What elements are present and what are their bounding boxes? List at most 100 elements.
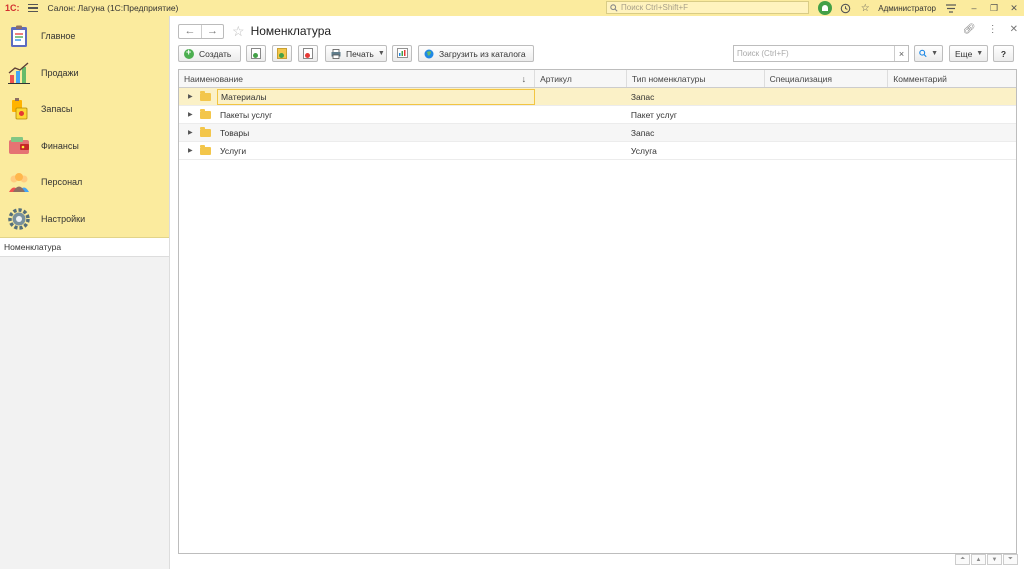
comment-cell[interactable]: [888, 88, 1016, 105]
column-header-label: Артикул: [540, 73, 572, 84]
specialization-cell[interactable]: [765, 106, 889, 123]
favorites-star-icon[interactable]: ☆: [858, 1, 872, 15]
folder-icon: [200, 90, 211, 101]
type-cell[interactable]: Запас: [627, 88, 765, 105]
expand-arrow-icon[interactable]: ▶: [188, 111, 196, 118]
section-label: Финансы: [41, 140, 79, 151]
user-name[interactable]: Администратор: [878, 4, 936, 13]
scroll-last-icon[interactable]: ⏷: [1003, 554, 1018, 565]
page-title: Номенклатура: [250, 24, 332, 38]
copy-icon: [251, 48, 261, 59]
printer-icon: [331, 48, 341, 59]
open-window-nomenclature[interactable]: Номенклатура: [0, 237, 169, 257]
more-button-label: Еще: [955, 48, 973, 59]
more-vertical-icon[interactable]: ⋮: [988, 24, 998, 35]
search-options-button[interactable]: ▼: [914, 45, 943, 62]
column-header-label: Наименование: [184, 73, 243, 84]
app-logo: 1С:: [5, 3, 20, 13]
column-header-comment[interactable]: Комментарий: [888, 70, 1016, 87]
form-titlebar: ← → ☆ Номенклатура: [178, 22, 331, 40]
column-header-label: Комментарий: [893, 73, 947, 84]
comment-cell[interactable]: [888, 106, 1016, 123]
name-cell[interactable]: ▶ Пакеты услуг: [179, 106, 535, 123]
table-row[interactable]: ▶ Пакеты услуг Пакет услуг: [179, 106, 1016, 124]
sections-panel: Главное Продажи Запасы Финансы Персонал: [0, 16, 169, 237]
report-button[interactable]: [392, 45, 412, 62]
article-cell[interactable]: [535, 106, 627, 123]
create-button[interactable]: Создать: [178, 45, 241, 62]
section-stock[interactable]: Запасы: [0, 91, 169, 128]
link-icon[interactable]: 🔗︎: [963, 24, 976, 35]
close-form-icon[interactable]: ✕: [1010, 24, 1018, 35]
specialization-cell[interactable]: [765, 88, 889, 105]
load-from-catalog-button[interactable]: Загрузить из каталога: [418, 45, 534, 62]
section-settings[interactable]: Настройки: [0, 201, 169, 238]
more-button[interactable]: Еще ▼: [949, 45, 988, 62]
staff-icon: [7, 170, 31, 194]
clipboard-icon: [7, 24, 31, 48]
section-label: Персонал: [41, 177, 83, 188]
close-window-icon[interactable]: ✕: [1004, 3, 1024, 14]
type-cell[interactable]: Пакет услуг: [627, 106, 765, 123]
row-name: Товары: [220, 127, 250, 138]
chevron-down-icon: ▼: [976, 50, 984, 57]
clear-search-icon[interactable]: ×: [894, 46, 908, 61]
column-header-label: Специализация: [769, 73, 832, 84]
table-row[interactable]: ▶ Материалы Запас: [179, 88, 1016, 106]
section-main[interactable]: Главное: [0, 18, 169, 55]
table-row[interactable]: ▶ Товары Запас: [179, 124, 1016, 142]
specialization-cell[interactable]: [765, 142, 889, 159]
type-cell[interactable]: Запас: [627, 124, 765, 141]
scroll-first-icon[interactable]: ⏶: [955, 554, 970, 565]
row-name: Услуги: [220, 145, 247, 156]
name-cell[interactable]: ▶ Материалы: [179, 88, 536, 105]
article-cell[interactable]: [535, 88, 627, 105]
section-label: Настройки: [41, 213, 86, 224]
name-cell[interactable]: ▶ Товары: [179, 124, 535, 141]
scroll-up-icon[interactable]: ▲: [971, 554, 986, 565]
copy-button[interactable]: [246, 45, 266, 62]
type-cell[interactable]: Услуга: [627, 142, 765, 159]
expand-arrow-icon[interactable]: ▶: [188, 147, 196, 154]
mark-delete-button[interactable]: [298, 45, 318, 62]
focused-cell[interactable]: Материалы: [217, 88, 536, 105]
list-search-input[interactable]: [734, 49, 894, 58]
article-cell[interactable]: [535, 124, 627, 141]
section-label: Запасы: [41, 104, 73, 115]
back-arrow-icon[interactable]: ←: [179, 25, 201, 38]
nomenclature-table[interactable]: Наименование ↓ Артикул Тип номенклатуры …: [178, 69, 1017, 554]
help-button[interactable]: ?: [993, 45, 1014, 62]
column-header-name[interactable]: Наименование ↓: [179, 70, 536, 87]
main-menu-icon[interactable]: [27, 4, 38, 12]
comment-cell[interactable]: [888, 142, 1016, 159]
table-row[interactable]: ▶ Услуги Услуга: [179, 142, 1016, 160]
create-group-button[interactable]: [272, 45, 292, 62]
name-cell[interactable]: ▶ Услуги: [179, 142, 535, 159]
settings-menu-icon[interactable]: [944, 1, 958, 15]
print-button[interactable]: Печать ▼: [325, 45, 387, 62]
sort-arrow-icon[interactable]: ↓: [522, 74, 527, 84]
minimize-icon[interactable]: –: [964, 3, 984, 13]
add-favorite-star-icon[interactable]: ☆: [232, 23, 245, 40]
main-form: ← → ☆ Номенклатура 🔗︎ ⋮ ✕ Создать Печать: [170, 16, 1024, 569]
column-header-article[interactable]: Артикул: [535, 70, 627, 87]
global-search-input[interactable]: Поиск Ctrl+Shift+F: [606, 1, 809, 14]
section-staff[interactable]: Персонал: [0, 164, 169, 201]
restore-icon[interactable]: ❐: [984, 3, 1004, 14]
comment-cell[interactable]: [888, 124, 1016, 141]
expand-arrow-icon[interactable]: ▶: [188, 93, 196, 100]
forward-arrow-icon[interactable]: →: [201, 24, 223, 38]
section-finance[interactable]: Финансы: [0, 128, 169, 165]
list-search-field[interactable]: ×: [733, 45, 909, 62]
history-icon[interactable]: [838, 1, 852, 15]
specialization-cell[interactable]: [765, 124, 889, 141]
expand-arrow-icon[interactable]: ▶: [188, 129, 196, 136]
sidebar: Главное Продажи Запасы Финансы Персонал: [0, 16, 170, 569]
notifications-bell-icon[interactable]: [818, 1, 833, 15]
column-header-specialization[interactable]: Специализация: [765, 70, 889, 87]
section-sales[interactable]: Продажи: [0, 55, 169, 92]
column-header-type[interactable]: Тип номенклатуры: [627, 70, 765, 87]
folder-add-icon: [277, 48, 287, 59]
article-cell[interactable]: [535, 142, 627, 159]
scroll-down-icon[interactable]: ▼: [987, 554, 1002, 565]
